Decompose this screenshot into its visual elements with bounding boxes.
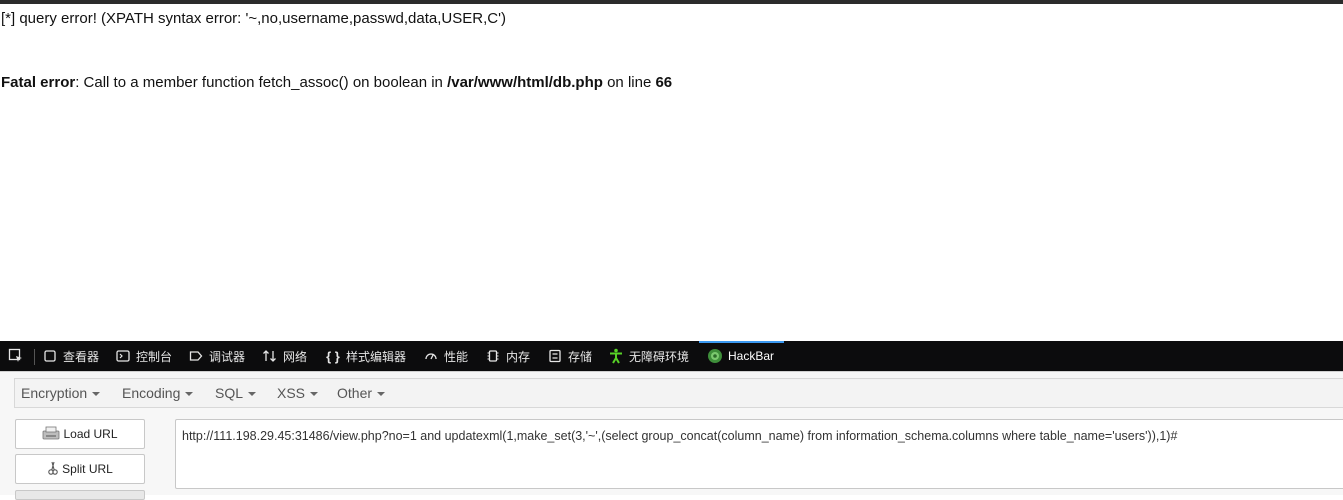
page-content: [*] query error! (XPATH syntax error: '~… <box>0 4 1343 341</box>
network-icon <box>262 348 278 364</box>
picker-icon <box>8 348 24 364</box>
split-url-label: Split URL <box>62 462 113 476</box>
menu-encryption[interactable]: Encryption <box>21 385 101 401</box>
split-url-icon <box>47 460 59 479</box>
debugger-icon <box>188 348 204 364</box>
split-url-button[interactable]: Split URL <box>15 454 145 484</box>
chevron-down-icon <box>92 392 101 397</box>
tab-hackbar[interactable]: HackBar <box>707 341 774 371</box>
tab-label: 无障碍环境 <box>629 349 690 364</box>
accessibility-icon <box>608 348 624 364</box>
active-tab-indicator <box>699 341 784 343</box>
load-url-button[interactable]: Load URL <box>15 419 145 449</box>
tab-label: 控制台 <box>136 349 173 364</box>
tab-console[interactable]: 控制台 <box>115 341 172 371</box>
tab-debugger[interactable]: 调试器 <box>188 341 245 371</box>
tab-label: 样式编辑器 <box>346 349 407 364</box>
hackbar-panel: Encryption Encoding SQL XSS Other Load U… <box>0 371 1343 500</box>
fatal-error-path: /var/www/html/db.php <box>447 74 603 91</box>
fatal-error-online: on line <box>602 74 656 91</box>
fatal-error-line: 66 <box>655 74 673 91</box>
load-url-label: Load URL <box>63 427 118 441</box>
chevron-down-icon <box>310 392 319 397</box>
style-editor-icon: { } <box>326 348 340 364</box>
console-icon <box>115 348 131 364</box>
chevron-down-icon <box>185 392 194 397</box>
tab-accessibility[interactable]: 无障碍环境 <box>608 341 689 371</box>
memory-icon <box>485 348 501 364</box>
hackbar-icon <box>707 348 723 364</box>
hackbar-menubar: Encryption Encoding SQL XSS Other <box>14 378 1343 408</box>
tab-network[interactable]: 网络 <box>262 341 307 371</box>
tab-label: 网络 <box>283 349 308 364</box>
performance-icon <box>423 348 439 364</box>
tab-inspector[interactable]: 查看器 <box>42 341 99 371</box>
menu-xss[interactable]: XSS <box>277 385 319 401</box>
fatal-error-text: Fatal error: Call to a member function f… <box>1 74 672 91</box>
tab-label: 存储 <box>568 349 593 364</box>
query-error-text: [*] query error! (XPATH syntax error: '~… <box>1 10 506 27</box>
chevron-down-icon <box>377 392 386 397</box>
devtools-toolbar: 查看器 控制台 调试器 网络 { } 样式编辑器 性能 内存 存储 无障碍环境 … <box>0 341 1343 371</box>
storage-icon <box>547 348 563 364</box>
menu-encoding[interactable]: Encoding <box>122 385 194 401</box>
execute-button[interactable] <box>15 490 145 500</box>
element-picker-button[interactable] <box>8 341 24 371</box>
toolbar-separator <box>34 349 35 365</box>
menu-sql[interactable]: SQL <box>215 385 257 401</box>
tab-memory[interactable]: 内存 <box>485 341 530 371</box>
tab-label: 查看器 <box>63 349 100 364</box>
tab-label: 调试器 <box>209 349 246 364</box>
tab-label: HackBar <box>728 349 775 363</box>
load-url-icon <box>42 426 60 443</box>
tab-label: 内存 <box>506 349 531 364</box>
fatal-error-label: Fatal error <box>1 74 76 91</box>
tab-storage[interactable]: 存储 <box>547 341 592 371</box>
tab-style-editor[interactable]: { } 样式编辑器 <box>325 341 406 371</box>
chevron-down-icon <box>248 392 257 397</box>
fatal-error-message: : Call to a member function fetch_assoc(… <box>75 74 448 91</box>
inspector-icon <box>42 348 58 364</box>
tab-performance[interactable]: 性能 <box>423 341 468 371</box>
tab-label: 性能 <box>444 349 469 364</box>
menu-other[interactable]: Other <box>337 385 386 401</box>
url-textarea[interactable]: http://111.198.29.45:31486/view.php?no=1… <box>175 419 1343 489</box>
